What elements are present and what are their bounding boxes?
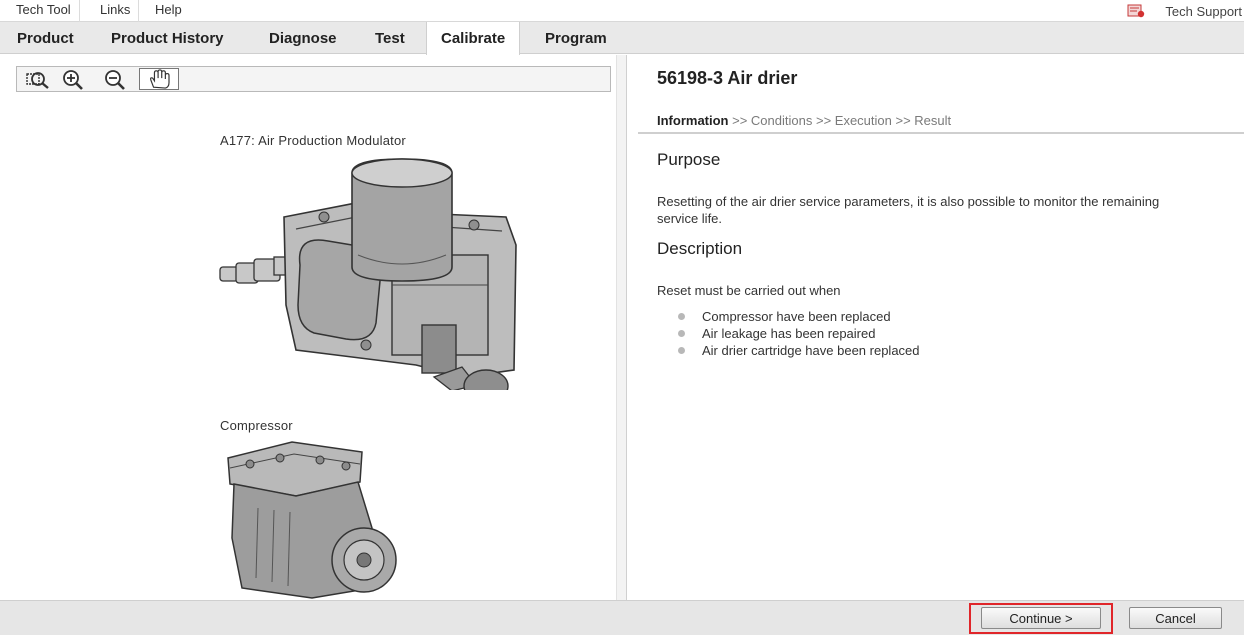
condition-list: Compressor have been replaced Air leakag… bbox=[678, 308, 920, 359]
step-execution: >> Execution bbox=[815, 113, 892, 128]
tab-test[interactable]: Test bbox=[361, 22, 419, 54]
list-item: Air drier cartridge have been replaced bbox=[678, 342, 920, 359]
bullet-icon bbox=[678, 347, 685, 354]
bullet-icon bbox=[678, 313, 685, 320]
image-viewer-panel: A177: Air Production Modulator Compresso… bbox=[0, 55, 627, 600]
tab-diagnose[interactable]: Diagnose bbox=[255, 22, 351, 54]
menu-help[interactable]: Help bbox=[147, 0, 190, 22]
zoom-out-icon[interactable] bbox=[101, 68, 131, 90]
compressor-image bbox=[227, 441, 397, 599]
purpose-heading: Purpose bbox=[657, 150, 721, 169]
list-item: Air leakage has been repaired bbox=[678, 325, 920, 342]
step-breadcrumb: Information >> Conditions >> Execution >… bbox=[657, 113, 951, 128]
continue-button[interactable]: Continue > bbox=[981, 607, 1101, 629]
part-label-air-production-modulator: A177: Air Production Modulator bbox=[220, 133, 406, 148]
step-divider bbox=[638, 132, 1244, 134]
zoom-area-icon[interactable] bbox=[23, 68, 53, 90]
cancel-button[interactable]: Cancel bbox=[1129, 607, 1222, 629]
main-tab-bar: Product Product History Diagnose Test Ca… bbox=[0, 22, 1244, 55]
operation-title: 56198-3 Air drier bbox=[657, 68, 798, 88]
description-heading: Description bbox=[657, 239, 743, 258]
step-conditions: >> Conditions bbox=[732, 113, 813, 128]
description-intro: Reset must be carried out when bbox=[657, 283, 841, 298]
image-toolbar bbox=[16, 66, 611, 92]
purpose-text: Resetting of the air drier service param… bbox=[657, 194, 1160, 226]
viewer-scrollbar[interactable] bbox=[616, 55, 626, 600]
menu-bar: Tech Tool Links Help Tech Support bbox=[0, 0, 1244, 22]
menu-links[interactable]: Links bbox=[92, 0, 140, 22]
operation-info-panel: 56198-3 Air drier Information >> Conditi… bbox=[628, 55, 1244, 600]
menu-tech-tool[interactable]: Tech Tool bbox=[8, 0, 80, 22]
zoom-in-icon[interactable] bbox=[59, 68, 89, 90]
tab-product-history[interactable]: Product History bbox=[97, 22, 238, 54]
tech-support-icon bbox=[1127, 4, 1145, 18]
pan-hand-icon[interactable] bbox=[139, 68, 179, 90]
step-result: >> Result bbox=[895, 113, 952, 128]
tab-calibrate[interactable]: Calibrate bbox=[426, 22, 521, 55]
tab-program[interactable]: Program bbox=[531, 22, 621, 54]
tech-support-link[interactable]: Tech Support bbox=[1127, 0, 1244, 22]
footer-bar: Continue > Cancel bbox=[0, 600, 1244, 635]
tech-support-label: Tech Support bbox=[1165, 3, 1242, 19]
list-item: Compressor have been replaced bbox=[678, 308, 920, 325]
tab-product[interactable]: Product bbox=[3, 22, 88, 54]
part-label-compressor: Compressor bbox=[220, 418, 293, 433]
air-production-modulator-image bbox=[219, 158, 517, 390]
step-information: Information bbox=[657, 113, 729, 128]
bullet-icon bbox=[678, 330, 685, 337]
